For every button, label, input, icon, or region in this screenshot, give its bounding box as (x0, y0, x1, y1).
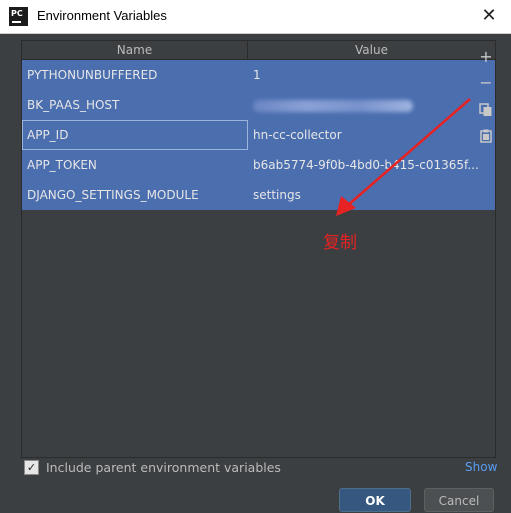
ok-button[interactable]: OK (339, 488, 411, 512)
include-parent-checkbox[interactable]: ✓ (24, 460, 39, 475)
include-parent-label[interactable]: Include parent environment variables (46, 460, 281, 475)
checkmark-icon: ✓ (26, 461, 37, 474)
cancel-button[interactable]: Cancel (424, 488, 494, 512)
annotation-copy-label: 复制 (323, 233, 357, 253)
include-parent-checkbox-row[interactable]: ✓ Include parent environment variables (24, 460, 281, 475)
annotation-arrow (336, 98, 471, 216)
show-link[interactable]: Show (465, 460, 497, 474)
